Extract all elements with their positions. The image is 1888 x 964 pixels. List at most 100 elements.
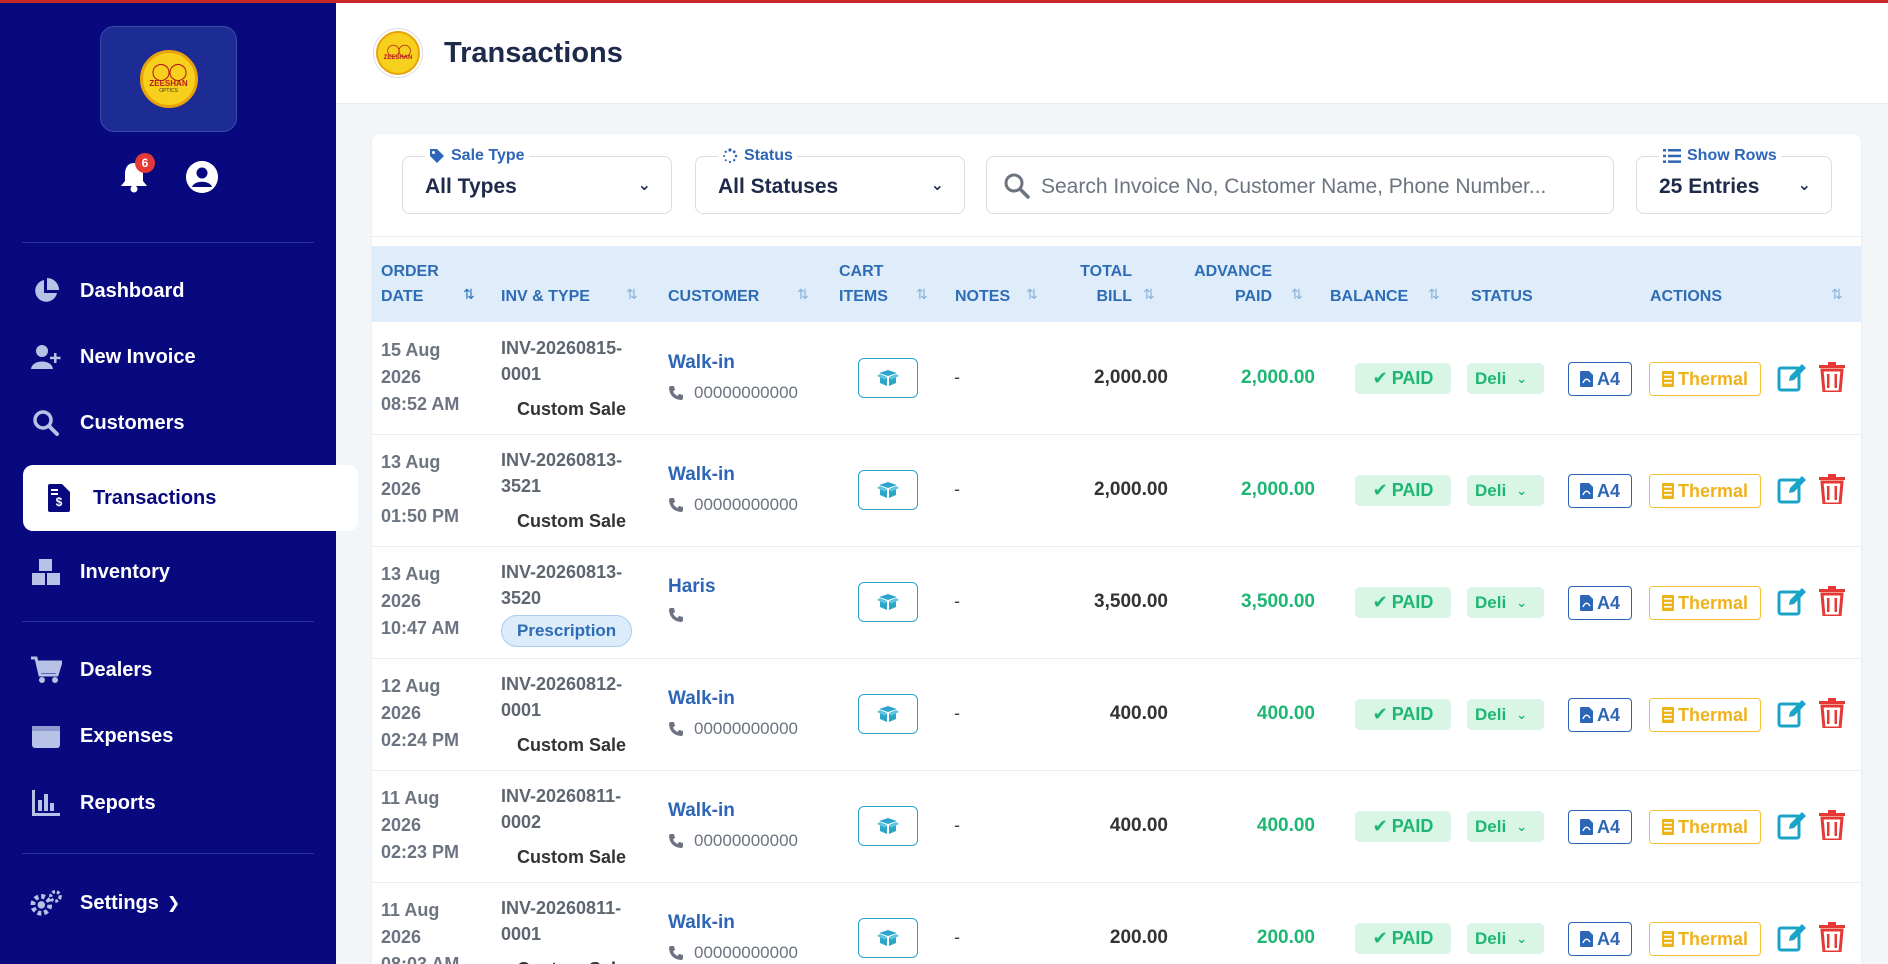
sort-icon[interactable]: ⇅ bbox=[1143, 286, 1155, 303]
customer-name-link[interactable]: Walk-in bbox=[668, 464, 735, 486]
status-select[interactable]: Deli ⌄ bbox=[1467, 475, 1544, 506]
sort-icon[interactable]: ⇅ bbox=[463, 286, 475, 303]
cart-items-button[interactable] bbox=[858, 918, 918, 958]
print-a4-button[interactable]: A4 bbox=[1568, 922, 1632, 956]
customer-phone: 00000000000 bbox=[668, 831, 798, 851]
print-thermal-button[interactable]: Thermal bbox=[1649, 922, 1761, 956]
delete-button[interactable] bbox=[1819, 922, 1845, 957]
status-select[interactable]: Deli ⌄ bbox=[1467, 587, 1544, 618]
cart-items-button[interactable] bbox=[858, 806, 918, 846]
sale-type-select[interactable]: Sale Type All Types ⌄ bbox=[402, 147, 672, 214]
print-a4-button[interactable]: A4 bbox=[1568, 586, 1632, 620]
sidebar-item-new-invoice[interactable]: New Invoice bbox=[22, 326, 314, 388]
edit-button[interactable] bbox=[1777, 586, 1807, 621]
sort-icon[interactable]: ⇅ bbox=[1026, 286, 1038, 303]
sort-icon[interactable]: ⇅ bbox=[626, 286, 638, 303]
col-inv-type[interactable]: INV & TYPE bbox=[501, 284, 590, 309]
sort-icon[interactable]: ⇅ bbox=[1428, 286, 1440, 303]
customer-name-link[interactable]: Walk-in bbox=[668, 688, 735, 710]
sidebar-item-inventory[interactable]: Inventory bbox=[22, 541, 314, 603]
cart-items-button[interactable] bbox=[858, 582, 918, 622]
sort-icon[interactable]: ⇅ bbox=[916, 286, 928, 303]
balance-text: PAID bbox=[1391, 592, 1434, 612]
print-a4-button[interactable]: A4 bbox=[1568, 698, 1632, 732]
notes-value: - bbox=[954, 591, 960, 611]
print-thermal-button[interactable]: Thermal bbox=[1649, 362, 1761, 396]
cart-items-button[interactable] bbox=[858, 694, 918, 734]
page-header: ◯◯ ZEESHAN Transactions bbox=[336, 3, 1888, 104]
col-customer[interactable]: CUSTOMER bbox=[668, 284, 759, 309]
sidebar-item-dealers[interactable]: Dealers bbox=[22, 639, 314, 701]
sidebar-item-dashboard[interactable]: Dashboard bbox=[22, 260, 314, 322]
edit-button[interactable] bbox=[1777, 698, 1807, 733]
print-thermal-button[interactable]: Thermal bbox=[1649, 586, 1761, 620]
delete-button[interactable] bbox=[1819, 362, 1845, 397]
show-rows-value: 25 Entries bbox=[1659, 175, 1760, 198]
col-notes[interactable]: NOTES bbox=[955, 284, 1010, 309]
sidebar-item-settings[interactable]: Settings ❯ bbox=[22, 872, 314, 934]
sort-icon[interactable]: ⇅ bbox=[1831, 286, 1843, 303]
status-select[interactable]: Deli ⌄ bbox=[1467, 363, 1544, 394]
status-select[interactable]: Status All Statuses ⌄ bbox=[695, 147, 965, 214]
status-select[interactable]: Deli ⌄ bbox=[1467, 811, 1544, 842]
status-select[interactable]: Deli ⌄ bbox=[1467, 699, 1544, 730]
delete-button[interactable] bbox=[1819, 474, 1845, 509]
sidebar-item-transactions[interactable]: $ Transactions bbox=[23, 465, 358, 531]
search-input[interactable]: Search Invoice No, Customer Name, Phone … bbox=[986, 156, 1614, 214]
notes-value: - bbox=[954, 479, 960, 499]
edit-button[interactable] bbox=[1777, 362, 1807, 397]
chevron-down-icon: ⌄ bbox=[1516, 370, 1528, 386]
invoice-number-part2: 3521 bbox=[501, 476, 542, 496]
delete-button[interactable] bbox=[1819, 810, 1845, 845]
customer-name-link[interactable]: Walk-in bbox=[668, 912, 735, 934]
sort-icon[interactable]: ⇅ bbox=[1291, 286, 1303, 303]
table-row: 11 Aug 2026 08:03 AM INV-20260811- 0001 … bbox=[372, 883, 1861, 964]
col-actions: ACTIONS bbox=[1650, 288, 1722, 305]
chevron-down-icon: ⌄ bbox=[1516, 818, 1528, 834]
customer-name-link[interactable]: Walk-in bbox=[668, 800, 735, 822]
edit-button[interactable] bbox=[1777, 922, 1807, 957]
table-row: 13 Aug 2026 10:47 AM INV-20260813- 3520 … bbox=[372, 547, 1861, 659]
col-order-date-line2: DATE bbox=[381, 288, 424, 305]
notifications-button[interactable]: 6 bbox=[118, 153, 155, 194]
delete-button[interactable] bbox=[1819, 586, 1845, 621]
col-advance-paid[interactable]: ADVANCE PAID bbox=[1182, 259, 1272, 309]
profile-button[interactable] bbox=[186, 161, 218, 193]
customer-name-link[interactable]: Haris bbox=[668, 576, 716, 598]
order-date: 15 Aug 2026 08:52 AM bbox=[381, 337, 459, 418]
cart-items-button[interactable] bbox=[858, 470, 918, 510]
customer-phone bbox=[668, 607, 694, 623]
sidebar-item-customers[interactable]: Customers bbox=[22, 392, 314, 454]
print-a4-button[interactable]: A4 bbox=[1568, 810, 1632, 844]
sidebar-item-reports[interactable]: Reports bbox=[22, 772, 314, 834]
sidebar-item-expenses[interactable]: Expenses bbox=[22, 705, 314, 767]
print-thermal-button[interactable]: Thermal bbox=[1649, 474, 1761, 508]
phone-icon bbox=[669, 498, 683, 512]
print-thermal-label: Thermal bbox=[1677, 928, 1749, 949]
print-a4-button[interactable]: A4 bbox=[1568, 362, 1632, 396]
cart-items-button[interactable] bbox=[858, 358, 918, 398]
order-date-time: 02:23 PM bbox=[381, 842, 460, 862]
table-header: ORDER DATE ⇅ INV & TYPE ⇅ CUSTOMER ⇅ CAR… bbox=[372, 246, 1861, 322]
print-thermal-button[interactable]: Thermal bbox=[1649, 810, 1761, 844]
sort-icon[interactable]: ⇅ bbox=[797, 286, 809, 303]
order-date-year: 2026 bbox=[381, 367, 422, 387]
sidebar-logo[interactable]: ◯◯ ZEESHAN OPTICS bbox=[100, 26, 237, 132]
customer-name-link[interactable]: Walk-in bbox=[668, 352, 735, 374]
edit-button[interactable] bbox=[1777, 810, 1807, 845]
order-date-day: 11 Aug bbox=[381, 788, 440, 808]
edit-button[interactable] bbox=[1777, 474, 1807, 509]
delete-button[interactable] bbox=[1819, 698, 1845, 733]
col-order-date[interactable]: ORDER DATE bbox=[381, 259, 439, 309]
sidebar-item-label: Dealers bbox=[80, 658, 153, 681]
order-date-time: 10:47 AM bbox=[381, 618, 460, 638]
invoice-type: Custom Sale bbox=[517, 847, 627, 867]
trash-icon bbox=[1819, 922, 1845, 954]
col-cart-items[interactable]: CART ITEMS bbox=[839, 259, 888, 309]
show-rows-select[interactable]: Show Rows 25 Entries ⌄ bbox=[1636, 147, 1832, 214]
col-total-bill[interactable]: TOTAL BILL bbox=[1072, 259, 1132, 309]
status-select[interactable]: Deli ⌄ bbox=[1467, 923, 1544, 954]
print-a4-button[interactable]: A4 bbox=[1568, 474, 1632, 508]
col-balance[interactable]: BALANCE bbox=[1330, 284, 1408, 309]
print-thermal-button[interactable]: Thermal bbox=[1649, 698, 1761, 732]
